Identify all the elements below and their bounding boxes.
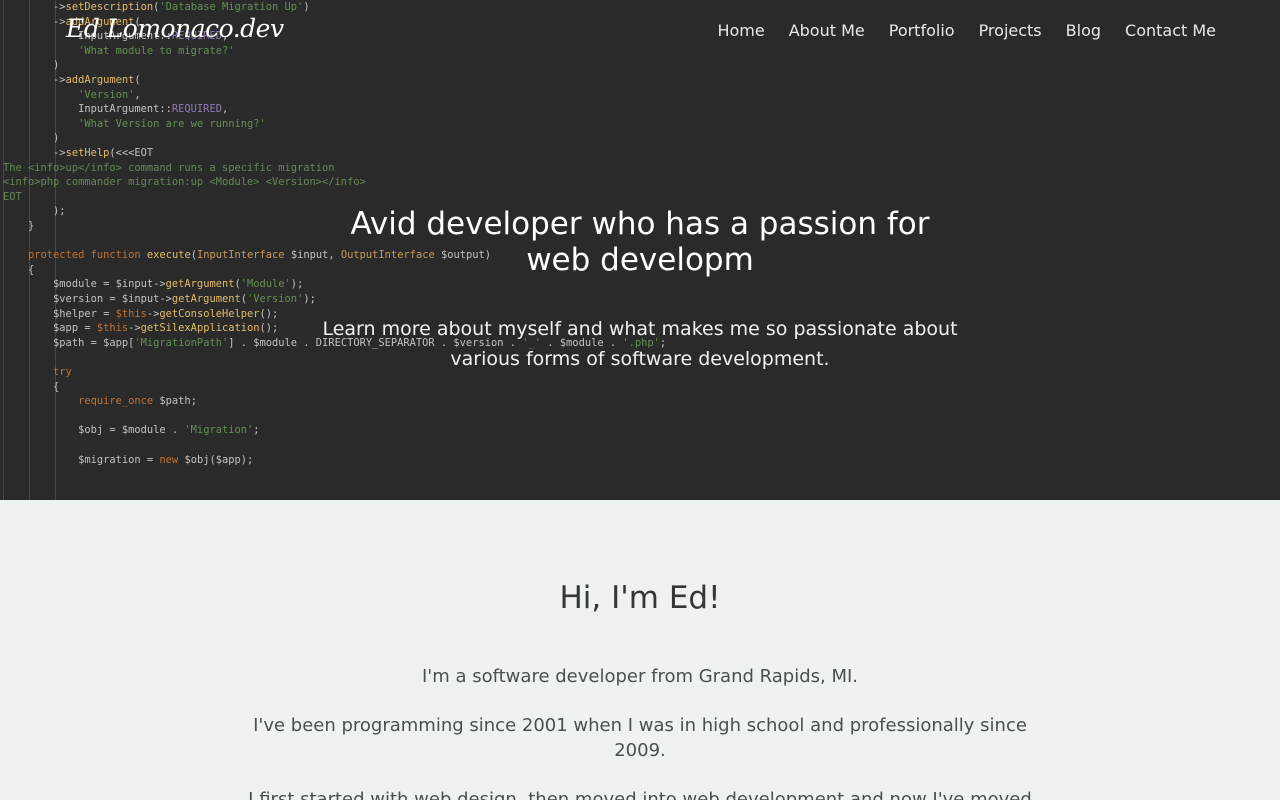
- code-line: $migration = new $obj($app);: [3, 453, 254, 466]
- nav-contact-me[interactable]: Contact Me: [1125, 21, 1216, 40]
- about-section: Hi, I'm Ed! I'm a software developer fro…: [0, 500, 1280, 800]
- code-line: try: [53, 366, 72, 378]
- about-paragraph: I've been programming since 2001 when I …: [253, 715, 1027, 761]
- about-heading: Hi, I'm Ed!: [559, 580, 721, 616]
- nav-about-me[interactable]: About Me: [789, 21, 865, 40]
- code-line: $helper = $this->getConsoleHelper();: [3, 307, 279, 320]
- code-line: ->setHelp(<<<EOT: [3, 147, 154, 159]
- code-line: $module = $input->getArgument('Module');: [3, 278, 304, 291]
- code-line: ): [3, 132, 60, 145]
- code-line: ->setDescription('Database Migration Up'…: [3, 1, 310, 13]
- code-line: $app = $this->getSilexApplication();: [3, 322, 279, 335]
- code-line: $version = $input->getArgument('Version'…: [3, 293, 316, 305]
- code-line: 'What Version are we running?': [78, 117, 266, 130]
- code-line: {: [3, 380, 60, 393]
- about-paragraph: I'm a software developer from Grand Rapi…: [421, 666, 859, 687]
- hero-subtitle: Learn more about myself and what makes m…: [322, 318, 958, 370]
- hero-text: Avid developer who has a passion for web…: [320, 206, 960, 374]
- code-line: );: [3, 205, 66, 218]
- code-line: ->addArgument(: [3, 74, 141, 86]
- code-line: }: [3, 220, 35, 232]
- nav-portfolio[interactable]: Portfolio: [889, 21, 955, 40]
- hero-title: Avid developer who has a passion for web…: [350, 206, 930, 278]
- code-line: <info>php commander migration:up <Module…: [3, 176, 366, 189]
- site-logo[interactable]: Ed Lomonaco.dev: [66, 14, 284, 43]
- code-line: 'What module to migrate?': [78, 44, 235, 57]
- code-line: $obj = $module . 'Migration';: [3, 424, 260, 437]
- nav-projects[interactable]: Projects: [979, 21, 1042, 40]
- code-line: ): [3, 59, 60, 72]
- code-line: InputArgument::REQUIRED,: [3, 103, 229, 116]
- code-line: require_once $path;: [78, 395, 197, 408]
- code-line: 'Version',: [78, 88, 141, 101]
- main-nav: Home About Me Portfolio Projects Blog Co…: [717, 21, 1216, 40]
- about-paragraph: I first started with web design, then mo…: [248, 789, 1032, 800]
- nav-home[interactable]: Home: [717, 21, 764, 40]
- code-line: {: [3, 263, 35, 276]
- code-line: EOT: [3, 190, 22, 203]
- code-line: The <info>up</info> command runs a speci…: [3, 161, 335, 174]
- nav-blog[interactable]: Blog: [1066, 21, 1101, 40]
- hero-section: ->setDescription('Database Migration Up'…: [0, 0, 1280, 500]
